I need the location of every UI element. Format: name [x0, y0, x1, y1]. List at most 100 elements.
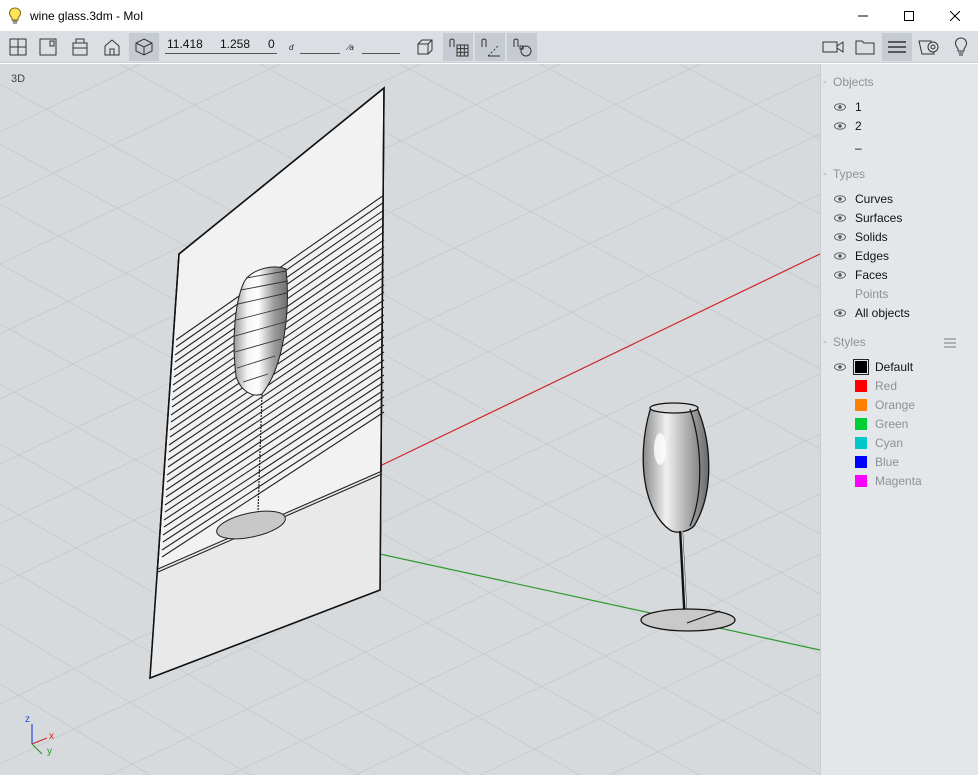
style-item-cyan[interactable]: Cyan [833, 433, 903, 452]
object-item-2[interactable]: 2 [833, 116, 862, 135]
axis-triad [31, 724, 48, 755]
four-view-button[interactable] [3, 33, 33, 61]
front-view-button[interactable] [33, 33, 63, 61]
section-dash: - [823, 336, 827, 348]
maximize-icon [904, 10, 914, 21]
four-view-icon [9, 38, 27, 56]
window-title: wine glass.3dm - MoI [30, 8, 144, 23]
type-label: All objects [855, 305, 910, 320]
type-item-solids[interactable]: Solids [833, 227, 888, 246]
style-label: Red [875, 378, 898, 393]
style-item-magenta[interactable]: Magenta [833, 471, 922, 490]
distance-input[interactable] [300, 53, 340, 54]
style-item-red[interactable]: Red [833, 376, 897, 395]
type-label: Solids [855, 229, 888, 244]
viewport-3d[interactable]: 3D z x y [0, 64, 820, 775]
type-item-surfaces[interactable]: Surfaces [833, 208, 902, 227]
type-item-faces[interactable]: Faces [833, 265, 888, 284]
y-axis-line [379, 553, 820, 651]
menu-button[interactable] [882, 33, 912, 61]
style-label: Orange [875, 397, 916, 412]
snap-box-button[interactable] [410, 33, 440, 61]
object-item-unnamed[interactable]: – [833, 138, 862, 157]
y-axis-label: y [47, 746, 52, 757]
help-button[interactable] [946, 33, 976, 61]
color-swatch[interactable] [855, 379, 867, 392]
color-swatch[interactable] [855, 474, 867, 487]
front-view-icon [39, 38, 57, 56]
view-options-button[interactable] [914, 33, 944, 61]
color-swatch[interactable] [855, 417, 867, 430]
x-axis-line [379, 253, 820, 467]
straight-snap-icon [481, 38, 500, 57]
grid-snap-icon [449, 38, 469, 57]
type-item-all-objects[interactable]: All objects [833, 303, 910, 322]
maximize-button[interactable] [886, 0, 932, 31]
scene [0, 64, 820, 775]
top-view-button[interactable] [65, 33, 95, 61]
eye-icon[interactable] [833, 270, 847, 280]
objects-section-title[interactable]: Objects [833, 75, 874, 89]
style-label: Blue [875, 454, 900, 469]
right-view-button[interactable] [97, 33, 127, 61]
color-swatch[interactable] [853, 358, 869, 375]
x-axis-label: x [49, 731, 54, 742]
title-bar: wine glass.3dm - MoI [0, 0, 978, 31]
grid-snap-button[interactable] [443, 33, 473, 61]
minimize-icon [858, 15, 868, 16]
object-label: 1 [855, 99, 862, 114]
minimize-button[interactable] [840, 0, 886, 31]
viewport-label: 3D [11, 73, 26, 85]
eye-icon[interactable] [833, 251, 847, 261]
angle-label: ∕a [348, 43, 354, 52]
object-label: 2 [855, 118, 862, 133]
style-item-blue[interactable]: Blue [833, 452, 899, 471]
coord-underline [165, 53, 277, 54]
straight-snap-button[interactable] [475, 33, 505, 61]
object-snap-button[interactable] [507, 33, 537, 61]
type-item-points[interactable]: Points [833, 284, 888, 303]
type-label: Points [855, 286, 889, 301]
camera-button[interactable] [818, 33, 848, 61]
z-axis-label: z [25, 714, 30, 725]
close-button[interactable] [932, 0, 978, 31]
type-item-edges[interactable]: Edges [833, 246, 889, 265]
type-label: Edges [855, 248, 890, 263]
type-label: Curves [855, 191, 894, 206]
styles-menu-icon[interactable] [944, 337, 956, 351]
camera-icon [822, 41, 844, 53]
perspective-view-button[interactable] [129, 33, 159, 61]
view-options-icon [918, 40, 939, 55]
style-label: Default [875, 359, 914, 374]
right-view-icon [104, 39, 120, 56]
folder-icon [855, 40, 875, 55]
styles-section-title[interactable]: Styles [833, 335, 866, 349]
cube-icon [417, 39, 433, 55]
style-item-green[interactable]: Green [833, 414, 908, 433]
style-item-default[interactable]: Default [833, 357, 913, 376]
folder-button[interactable] [850, 33, 880, 61]
scene-browser-panel: - Objects 1 2 – - Types Curves Surfaces … [820, 64, 978, 775]
color-swatch[interactable] [855, 398, 867, 411]
types-section-title[interactable]: Types [833, 167, 865, 181]
type-item-curves[interactable]: Curves [833, 189, 893, 208]
eye-icon[interactable] [833, 102, 847, 112]
eye-icon[interactable] [833, 308, 847, 318]
eye-icon[interactable] [833, 232, 847, 242]
toolbar: 11.418 1.258 0 d ∕a [0, 31, 978, 63]
color-swatch[interactable] [855, 455, 867, 468]
color-swatch[interactable] [855, 436, 867, 449]
eye-icon[interactable] [833, 362, 847, 372]
type-label: Faces [855, 267, 888, 282]
section-dash: - [823, 76, 827, 88]
eye-icon[interactable] [833, 121, 847, 131]
eye-icon[interactable] [833, 213, 847, 223]
style-label: Cyan [875, 435, 904, 450]
eye-icon[interactable] [833, 194, 847, 204]
object-label: – [855, 140, 862, 155]
style-item-orange[interactable]: Orange [833, 395, 915, 414]
style-label: Magenta [875, 473, 922, 488]
angle-input[interactable] [362, 53, 400, 54]
wine-glass [640, 402, 736, 632]
object-item-1[interactable]: 1 [833, 97, 862, 116]
